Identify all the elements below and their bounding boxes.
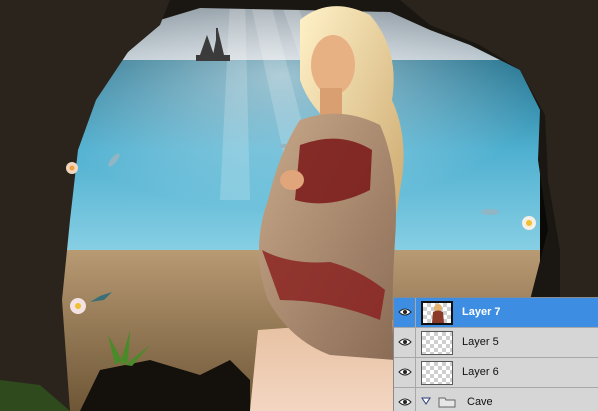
eye-icon [398,368,412,376]
eye-icon [398,308,412,316]
group-name: Cave [467,396,493,408]
layer-thumbnail [421,361,453,385]
visibility-toggle[interactable] [394,298,416,327]
layer-row-layer-7[interactable]: Layer 7 [394,298,598,328]
photoshop-workspace: Layer 7 Layer 5 Layer 6 Cave [0,0,598,411]
layer-name: Layer 6 [462,366,499,378]
visibility-toggle[interactable] [394,328,416,357]
layer-row-layer-5[interactable]: Layer 5 [394,328,598,358]
eye-icon [398,398,412,406]
visibility-toggle[interactable] [394,388,416,411]
layer-row-layer-6[interactable]: Layer 6 [394,358,598,388]
layer-thumbnail [421,331,453,355]
visibility-toggle[interactable] [394,358,416,387]
eye-icon [398,338,412,346]
layer-name: Layer 7 [462,306,501,318]
layer-thumbnail [421,301,453,325]
layers-panel: Layer 7 Layer 5 Layer 6 Cave [393,297,598,411]
layer-group-cave[interactable]: Cave [394,388,598,411]
folder-icon [438,397,456,408]
layer-name: Layer 5 [462,336,499,348]
expand-arrow-icon[interactable] [421,397,431,405]
woman-thumbnail-icon [432,304,444,323]
